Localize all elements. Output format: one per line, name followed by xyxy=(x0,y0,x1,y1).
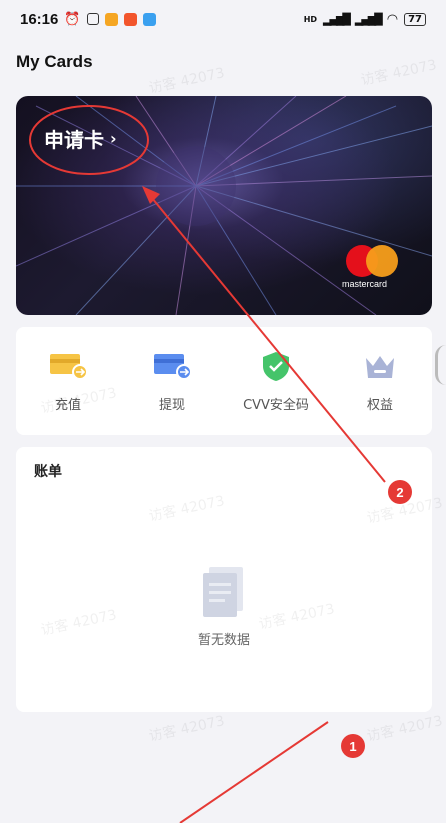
annotation-arrow-1 xyxy=(179,721,329,823)
annotation-arrowhead-2 xyxy=(142,186,160,204)
annotation-arrow-2 xyxy=(151,197,386,483)
annotation-badge-1: 1 xyxy=(341,734,365,758)
annotation-badge-2: 2 xyxy=(388,480,412,504)
annotation-ellipse xyxy=(29,105,149,175)
annotation-overlay xyxy=(29,105,386,823)
